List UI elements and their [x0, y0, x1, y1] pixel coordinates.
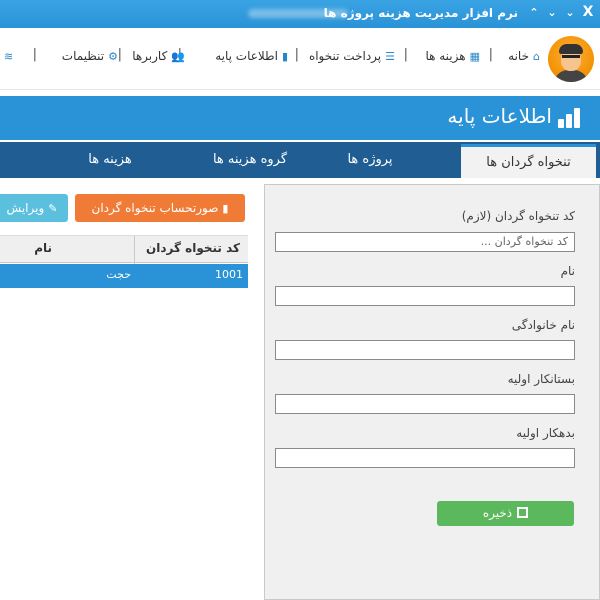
form-panel: کد تنخواه گردان (لازم) کد تنخواه گردان .…	[264, 184, 600, 600]
tab-petty-cash-holders[interactable]: تنخواه گردان ها	[461, 144, 596, 178]
save-button[interactable]: ذخیره	[437, 501, 574, 526]
creditor-field[interactable]	[275, 394, 575, 414]
nav-item-petty-cash-payment[interactable]: ☰پرداخت تنخواه	[309, 49, 395, 67]
chevron-down-icon[interactable]: ⌄	[562, 4, 578, 22]
title-bar: X ⌄ ⌄ ⌃ نرم افزار مدیریت هزینه پروژه ها	[0, 0, 600, 28]
table-header: کد تنخواه گردان نام	[0, 235, 248, 264]
cell-code: 1001	[215, 268, 243, 281]
chevron-up-icon[interactable]: ⌃	[526, 4, 542, 22]
close-icon[interactable]: X	[580, 4, 596, 22]
page-header: اطلاعات پایه	[0, 96, 600, 140]
nav-item-settings[interactable]: ⚙تنظیمات	[62, 49, 118, 67]
blurred-text	[248, 9, 348, 18]
name-field[interactable]	[275, 286, 575, 306]
gear-icon: ⚙	[108, 50, 118, 63]
nav-item-cutoff[interactable]: ≋	[0, 49, 13, 67]
save-icon	[517, 507, 529, 518]
avatar[interactable]	[548, 36, 594, 82]
debtor-label: بدهکار اولیه	[516, 426, 575, 440]
debtor-field[interactable]	[275, 448, 575, 468]
column-header-code[interactable]: کد تنخواه گردان	[146, 241, 240, 255]
code-label: کد تنخواه گردان (لازم)	[461, 209, 575, 223]
nav-separator: |	[117, 47, 122, 62]
nav-separator: |	[32, 47, 37, 62]
column-header-name[interactable]: نام	[34, 241, 52, 255]
layers-icon: ≋	[4, 50, 14, 63]
grid-icon: ▦	[469, 50, 480, 63]
nav-separator: |	[488, 47, 493, 62]
edit-button[interactable]: ✎ویرایش	[0, 194, 68, 222]
code-field[interactable]: کد تنخواه گردان ...	[275, 232, 575, 252]
cell-name: حجت	[106, 268, 131, 281]
holders-table: کد تنخواه گردان نام 1001 حجت	[0, 235, 248, 600]
window-title: نرم افزار مدیریت هزینه پروژه ها	[323, 6, 518, 20]
home-icon: ⌂	[533, 50, 540, 63]
bar-chart-icon	[556, 108, 580, 128]
statement-button[interactable]: ▮صورتحساب تنخواه گردان	[75, 194, 245, 222]
pencil-icon: ✎	[48, 202, 58, 215]
list-icon: ☰	[385, 50, 395, 63]
users-icon: 👥	[171, 50, 185, 63]
family-field[interactable]	[275, 340, 575, 360]
chevron-down-icon[interactable]: ⌄	[544, 4, 560, 22]
bar-chart-icon: ▮	[281, 50, 288, 63]
table-row[interactable]: 1001 حجت	[0, 264, 248, 288]
tab-bar: تنخواه گردان ها پروژه ها گروه هزینه ها ه…	[0, 142, 600, 178]
creditor-label: بستانکار اولیه	[507, 372, 575, 386]
nav-item-home[interactable]: ⌂خانه	[508, 49, 540, 67]
nav-item-expenses[interactable]: ▦هزینه ها	[425, 49, 480, 67]
nav-separator: |	[294, 47, 299, 62]
bar-chart-icon: ▮	[222, 202, 229, 215]
page-title: اطلاعات پایه	[447, 104, 552, 128]
family-label: نام خانوادگی	[511, 318, 575, 332]
tab-expense-groups[interactable]: گروه هزینه ها	[190, 142, 310, 178]
nav-item-base-info[interactable]: ▮اطلاعات پایه	[215, 49, 288, 67]
tab-projects[interactable]: پروژه ها	[310, 142, 430, 178]
nav-separator: |	[403, 47, 408, 62]
name-label: نام	[560, 264, 575, 278]
tab-expenses[interactable]: هزینه ها	[50, 142, 170, 178]
nav-item-users[interactable]: 👥کاربرها	[132, 49, 185, 67]
